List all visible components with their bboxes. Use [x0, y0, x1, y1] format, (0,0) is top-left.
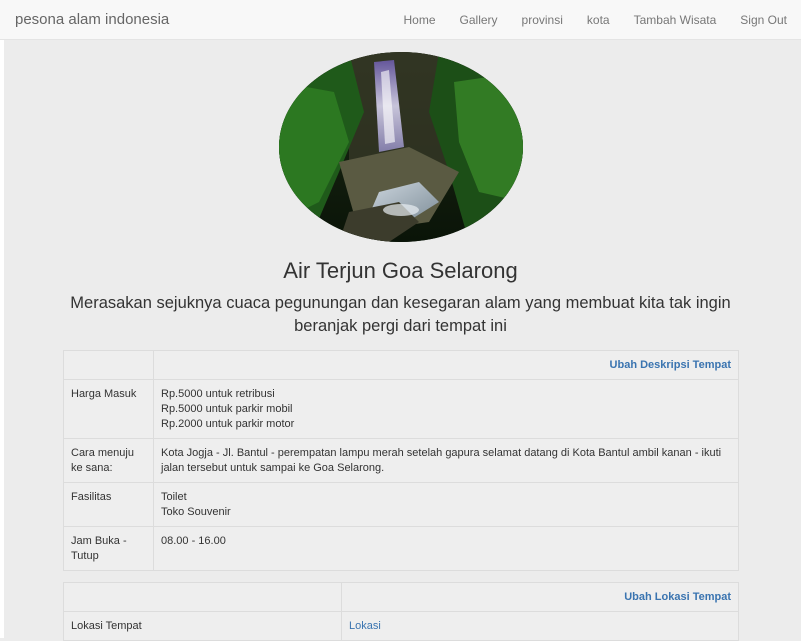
table-row: Ubah Lokasi Tempat	[63, 582, 739, 612]
directions-text: Kota Jogja - Jl. Bantul - perempatan lam…	[153, 438, 739, 483]
row-label-jam: Jam Buka - Tutup	[63, 526, 154, 571]
table-row: Lokasi Tempat Lokasi	[63, 611, 739, 641]
table-row: Fasilitas Toilet Toko Souvenir	[63, 482, 739, 527]
fasilitas-line: Toilet	[161, 491, 187, 503]
nav-kota[interactable]: kota	[575, 0, 622, 40]
nav-tambah-wisata[interactable]: Tambah Wisata	[622, 0, 729, 40]
description-table: Ubah Deskripsi Tempat Harga Masuk Rp.500…	[63, 350, 739, 571]
harga-line: Rp.5000 untuk retribusi	[161, 388, 275, 400]
left-edge	[0, 40, 4, 638]
navbar-brand[interactable]: pesona alam indonesia	[15, 11, 169, 28]
top-navbar: pesona alam indonesia Home Gallery provi…	[0, 0, 801, 40]
nav-sign-out[interactable]: Sign Out	[728, 0, 801, 40]
navbar-menu: Home Gallery provinsi kota Tambah Wisata…	[392, 0, 801, 40]
edit-location-link[interactable]: Ubah Lokasi Tempat	[624, 591, 731, 603]
opening-hours: 08.00 - 16.00	[153, 526, 739, 571]
table-row: Ubah Deskripsi Tempat	[63, 350, 739, 380]
location-table: Ubah Lokasi Tempat Lokasi Tempat Lokasi	[63, 582, 739, 641]
place-title: Air Terjun Goa Selarong	[283, 258, 518, 283]
table-row: Jam Buka - Tutup 08.00 - 16.00	[63, 526, 739, 571]
row-label-harga: Harga Masuk	[63, 379, 154, 439]
fasilitas-line: Toko Souvenir	[161, 506, 231, 518]
nav-home[interactable]: Home	[392, 0, 448, 40]
waterfall-photo	[279, 52, 523, 242]
row-label-cara: Cara menuju ke sana:	[63, 438, 154, 483]
table-row: Harga Masuk Rp.5000 untuk retribusi Rp.5…	[63, 379, 739, 439]
location-link[interactable]: Lokasi	[349, 620, 381, 632]
table-row: Cara menuju ke sana: Kota Jogja - Jl. Ba…	[63, 438, 739, 483]
harga-line: Rp.2000 untuk parkir motor	[161, 418, 295, 430]
nav-gallery[interactable]: Gallery	[448, 0, 510, 40]
row-label-lokasi: Lokasi Tempat	[63, 611, 342, 641]
harga-line: Rp.5000 untuk parkir mobil	[161, 403, 293, 415]
place-tagline: Merasakan sejuknya cuaca pegunungan dan …	[70, 294, 731, 335]
row-label-fasilitas: Fasilitas	[63, 482, 154, 527]
edit-description-link[interactable]: Ubah Deskripsi Tempat	[610, 359, 731, 371]
nav-provinsi[interactable]: provinsi	[510, 0, 575, 40]
